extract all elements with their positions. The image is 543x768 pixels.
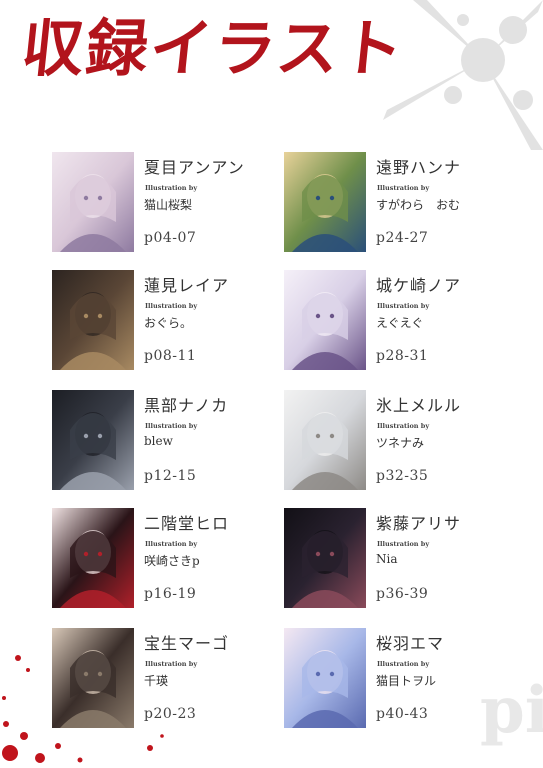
character-illustration-thumbnail — [52, 270, 134, 370]
illustration-by-label: Illustration by — [145, 422, 198, 430]
artist-name: えぐえぐ — [376, 316, 424, 330]
illustration-by-label: Illustration by — [145, 184, 198, 192]
page-range: p28-31 — [376, 348, 429, 364]
artist-name: おぐら。 — [144, 316, 193, 330]
illustration-by-label: Illustration by — [377, 422, 430, 430]
illustration-entry: 宝生マーゴ Illustration by 千瑛 p20-23 — [52, 628, 272, 738]
illustration-by-label: Illustration by — [145, 540, 198, 548]
character-name: 黒部ナノカ — [144, 396, 229, 415]
illustration-by-label: Illustration by — [145, 660, 198, 668]
character-illustration-thumbnail — [284, 508, 366, 608]
character-name: 氷上メルル — [376, 396, 462, 415]
character-illustration-thumbnail — [52, 390, 134, 490]
illustration-entry: 遠野ハンナ Illustration by すがわら おむ p24-27 — [284, 152, 504, 262]
character-name: 城ケ崎ノア — [376, 276, 462, 295]
character-illustration-thumbnail — [284, 628, 366, 728]
illustration-by-label: Illustration by — [377, 302, 430, 310]
character-name: 夏目アンアン — [144, 158, 245, 177]
character-name: 宝生マーゴ — [144, 634, 230, 653]
page-range: p24-27 — [376, 230, 429, 246]
character-name: 遠野ハンナ — [376, 158, 462, 177]
page-title: 収録イラスト — [18, 12, 409, 85]
page-range: p20-23 — [144, 706, 197, 722]
illustration-entry: 城ケ崎ノア Illustration by えぐえぐ p28-31 — [284, 270, 504, 380]
page-range: p12-15 — [144, 468, 197, 484]
artist-name: blew — [144, 434, 173, 448]
illustration-by-label: Illustration by — [377, 184, 430, 192]
character-name: 二階堂ヒロ — [144, 514, 230, 533]
illustration-by-label: Illustration by — [377, 540, 430, 548]
artist-name: 猫山桜梨 — [144, 198, 193, 212]
page-range: p32-35 — [376, 468, 429, 484]
character-name: 紫藤アリサ — [376, 514, 462, 533]
artist-name: ツネナみ — [376, 436, 425, 450]
artist-name: 千瑛 — [144, 674, 169, 688]
page-range: p36-39 — [376, 586, 429, 602]
page-range: p08-11 — [144, 348, 197, 364]
illustration-entry: 氷上メルル Illustration by ツネナみ p32-35 — [284, 390, 504, 500]
illustration-entry: 二階堂ヒロ Illustration by 咲崎さきp p16-19 — [52, 508, 272, 618]
artist-name: Nia — [376, 552, 398, 566]
page-range: p16-19 — [144, 586, 197, 602]
illustration-by-label: Illustration by — [377, 660, 430, 668]
illustration-entry: 黒部ナノカ Illustration by blew p12-15 — [52, 390, 272, 500]
illustration-entry: 桜羽エマ Illustration by 猫目トヲル p40-43 — [284, 628, 504, 738]
character-illustration-thumbnail — [284, 390, 366, 490]
page-range: p04-07 — [144, 230, 197, 246]
artist-name: 咲崎さきp — [144, 554, 200, 568]
illustration-entry: 紫藤アリサ Illustration by Nia p36-39 — [284, 508, 504, 618]
illustration-by-label: Illustration by — [145, 302, 198, 310]
character-illustration-thumbnail — [52, 152, 134, 252]
illustration-entry: 蓮見レイア Illustration by おぐら。 p08-11 — [52, 270, 272, 380]
artist-name: すがわら おむ — [376, 198, 461, 212]
character-name: 蓮見レイア — [144, 276, 230, 295]
page-range: p40-43 — [376, 706, 429, 722]
illustration-entry: 夏目アンアン Illustration by 猫山桜梨 p04-07 — [52, 152, 272, 262]
character-name: 桜羽エマ — [376, 634, 445, 653]
character-illustration-thumbnail — [284, 152, 366, 252]
artist-name: 猫目トヲル — [376, 674, 437, 688]
character-illustration-thumbnail — [52, 508, 134, 608]
character-illustration-thumbnail — [284, 270, 366, 370]
character-illustration-thumbnail — [52, 628, 134, 728]
